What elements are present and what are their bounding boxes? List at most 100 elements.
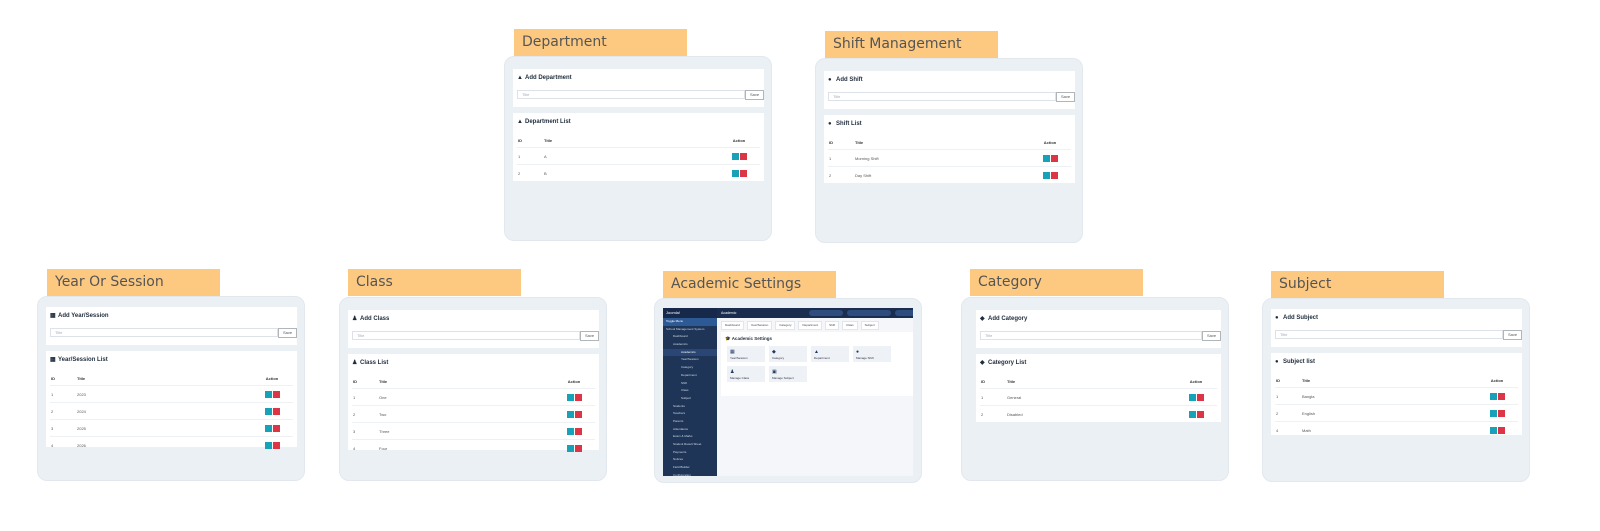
sidebar-item[interactable]: Configuration <box>663 472 717 476</box>
shift-list-card: ● Shift List ID Title Action 1 Morning Shift… <box>824 115 1075 183</box>
category-list-title: Category List <box>988 360 1027 366</box>
add-shift-title: Add Shift <box>836 77 863 83</box>
delete-button[interactable] <box>1497 426 1505 434</box>
topbar-pill[interactable] <box>847 310 891 316</box>
table-row: 1 2023 <box>50 385 293 403</box>
tile-manage-class[interactable]: ♟ Manage Class <box>727 366 765 382</box>
sidebar-item[interactable]: Category <box>663 364 717 372</box>
subject-title-input[interactable]: Title <box>1275 330 1503 339</box>
edit-button[interactable] <box>1188 410 1196 418</box>
edit-button[interactable] <box>731 169 739 177</box>
sidebar-item[interactable]: Academics <box>663 348 717 357</box>
edit-button[interactable] <box>264 407 272 415</box>
sidebar-item[interactable]: School Management System <box>663 326 717 334</box>
nav-button[interactable]: Category <box>775 321 796 330</box>
category-title-input[interactable]: Title <box>980 331 1202 340</box>
subject-label: Subject <box>1271 271 1444 298</box>
nav-button[interactable]: Subject <box>860 321 879 330</box>
delete-button[interactable] <box>1497 409 1505 417</box>
year-title-input[interactable]: Title <box>50 328 278 337</box>
edit-button[interactable] <box>264 390 272 398</box>
sidebar-item[interactable]: Parents <box>663 418 717 426</box>
academic-panel: 🎓 Academic Settings ▦ Year/Session ◆ Categ… <box>721 332 913 396</box>
department-title-input[interactable]: Title <box>517 90 745 99</box>
sidebar-item[interactable]: Year/Session <box>663 356 717 364</box>
delete-button[interactable] <box>574 410 582 418</box>
tile-year-session[interactable]: ▦ Year/Session <box>727 346 765 362</box>
tile-department[interactable]: ▲ Department <box>811 346 849 362</box>
edit-button[interactable] <box>1042 154 1050 162</box>
sidebar-item[interactable]: Academics <box>663 341 717 349</box>
sidebar-item[interactable]: Teachers <box>663 410 717 418</box>
tile-manage-subject[interactable]: ▣ Manage Subject <box>769 366 807 382</box>
edit-button[interactable] <box>264 424 272 432</box>
edit-button[interactable] <box>1489 409 1497 417</box>
edit-button[interactable] <box>1188 393 1196 401</box>
delete-button[interactable] <box>739 169 747 177</box>
category-list-card: ◆ Category List ID Title Action 1 General 2D… <box>976 354 1221 422</box>
edit-button[interactable] <box>1489 426 1497 434</box>
delete-button[interactable] <box>272 424 280 432</box>
nav-button[interactable]: Year/Session <box>746 321 773 330</box>
tile-category[interactable]: ◆ Category <box>769 346 807 362</box>
delete-button[interactable] <box>574 427 582 435</box>
class-title-input[interactable]: Title <box>352 331 580 340</box>
nav-button[interactable]: Dashboard <box>721 321 744 330</box>
edit-button[interactable] <box>566 427 574 435</box>
subject-save-button[interactable]: Save <box>1503 330 1522 340</box>
shift-title-input[interactable]: Title <box>828 92 1056 101</box>
edit-button[interactable] <box>566 444 574 452</box>
sidebar-item[interactable]: Toggle Menu <box>663 318 717 326</box>
sidebar-item[interactable]: Students <box>663 403 717 411</box>
sidebar-item[interactable]: Student Result Sheet <box>663 441 717 449</box>
edit-button[interactable] <box>566 393 574 401</box>
sidebar-item[interactable]: Dashboard <box>663 333 717 341</box>
delete-button[interactable] <box>574 444 582 452</box>
delete-button[interactable] <box>272 441 280 449</box>
sidebar-item[interactable]: Subject <box>663 395 717 403</box>
delete-button[interactable] <box>1196 410 1204 418</box>
shift-save-button[interactable]: Save <box>1056 92 1075 102</box>
department-save-button[interactable]: Save <box>745 90 764 100</box>
year-table: ID Title Action 1 2023 2 2024 3 2025 4 2026 <box>50 371 293 453</box>
sidebar-item[interactable]: Field Builder <box>663 464 717 472</box>
edit-button[interactable] <box>1489 392 1497 400</box>
delete-button[interactable] <box>739 152 747 160</box>
add-category-title: Add Category <box>988 316 1028 322</box>
sidebar-item[interactable]: Notices <box>663 456 717 464</box>
edit-button[interactable] <box>566 410 574 418</box>
delete-button[interactable] <box>1050 171 1058 179</box>
sidebar-item[interactable]: Class <box>663 387 717 395</box>
nav-button[interactable]: Department <box>798 321 823 330</box>
sidebar-item[interactable]: Attendance <box>663 426 717 434</box>
category-save-button[interactable]: Save <box>1202 331 1221 341</box>
tile-manage-shift[interactable]: ● Manage Shift <box>853 346 891 362</box>
edit-button[interactable] <box>1042 171 1050 179</box>
edit-button[interactable] <box>731 152 739 160</box>
class-save-button[interactable]: Save <box>580 331 599 341</box>
sidebar-item[interactable]: Shift <box>663 380 717 388</box>
sidebar-item[interactable]: Payments <box>663 449 717 457</box>
users-icon: ♟ <box>352 360 358 366</box>
edit-button[interactable] <box>264 441 272 449</box>
category-label: Category <box>970 269 1143 296</box>
year-save-button[interactable]: Save <box>278 328 297 338</box>
delete-button[interactable] <box>1497 392 1505 400</box>
delete-button[interactable] <box>272 390 280 398</box>
sidebar-item[interactable]: Department <box>663 372 717 380</box>
table-row: 3 Three <box>352 422 595 440</box>
add-category-card: ◆ Add Category Title Save <box>976 310 1221 348</box>
delete-button[interactable] <box>574 393 582 401</box>
delete-button[interactable] <box>272 407 280 415</box>
topbar-pill[interactable] <box>809 310 843 316</box>
table-row: 2B <box>517 164 760 181</box>
department-list-card: ▲ Department List ID Title Action 1A 2B <box>513 113 764 181</box>
academic-frame: Joomla! Toggle Menu School Management Sys… <box>654 298 922 483</box>
delete-button[interactable] <box>1196 393 1204 401</box>
topbar-pill[interactable] <box>895 310 913 316</box>
year-frame: ▦ Add Year/Session Title Save ▦ Year/Sessi… <box>37 296 305 481</box>
delete-button[interactable] <box>1050 154 1058 162</box>
sidebar-item[interactable]: Exam & Marks <box>663 433 717 441</box>
nav-button[interactable]: Shift <box>825 321 840 330</box>
nav-button[interactable]: Class <box>842 321 858 330</box>
